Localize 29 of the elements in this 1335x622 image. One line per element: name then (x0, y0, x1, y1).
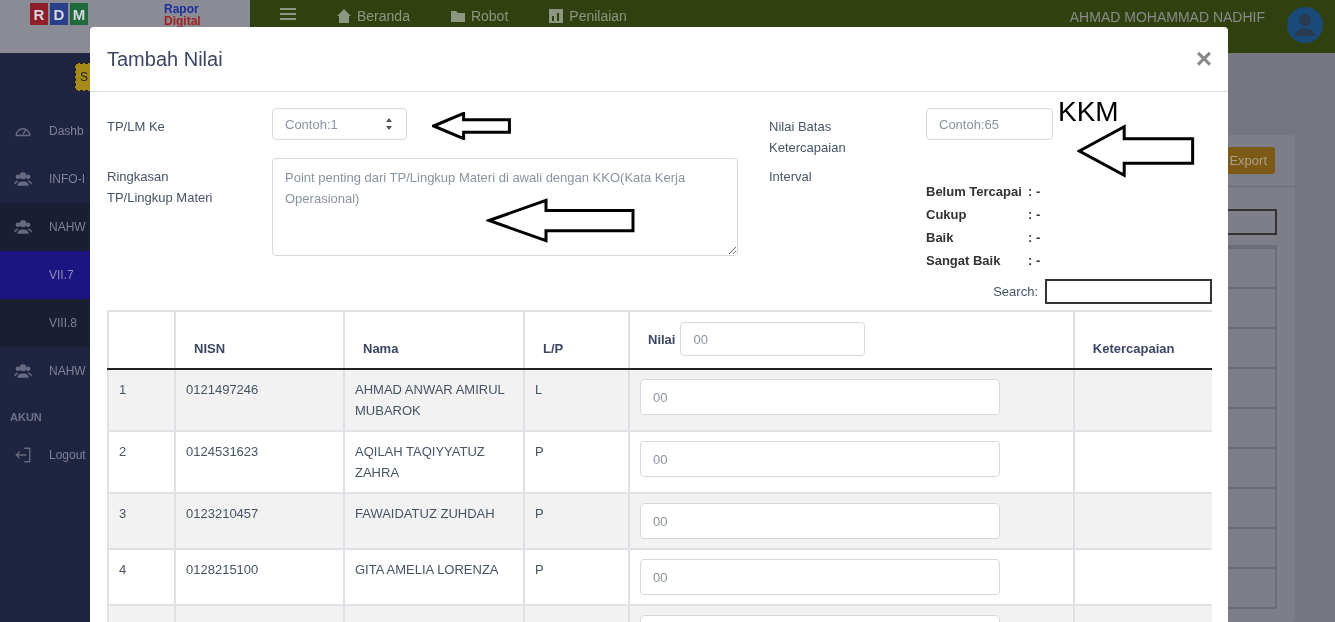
sidebar-section-title: AKUN (10, 411, 42, 423)
column-header: L/P (543, 341, 564, 356)
interval-value: : - (1028, 252, 1042, 270)
column-header: NISN (194, 341, 226, 356)
table-cell: L (524, 369, 629, 431)
interval-label: Sangat Baik (926, 252, 1002, 270)
annotation-text: KKM (1058, 96, 1119, 128)
interval-label: Baik (926, 229, 955, 247)
column-header: Nilai (648, 331, 676, 347)
interval-label: Cukup (926, 206, 968, 224)
field-label: Nilai Batas Ketercapaian (769, 118, 847, 157)
field-label: TP/LM Ke (107, 118, 166, 136)
table-cell: P (524, 493, 629, 549)
table-cell: AHMAD ANWAR AMIRUL MUBAROK (344, 369, 524, 431)
table-cell: 1 (108, 369, 175, 431)
column-header: Nama (363, 341, 399, 356)
table-cell: 3 (108, 493, 175, 549)
field-label: Ringkasan TP/Lingkup Materi (107, 168, 214, 207)
user-name: AHMAD MOHAMMAD NADHIF (1069, 9, 1265, 25)
search-label: Search: (993, 284, 1038, 299)
column-header: Ketercapaian (1092, 341, 1175, 356)
field-label: Interval (769, 168, 813, 186)
interval-value: : - (1028, 229, 1042, 247)
table-cell: 0123210457 (175, 493, 344, 549)
table-cell: FAWAIDATUZ ZUHDAH (344, 493, 524, 549)
table-cell: 0121497246 (175, 369, 344, 431)
interval-value: : - (1028, 206, 1042, 224)
interval-value: : - (1028, 183, 1042, 201)
interval-label: Belum Tercapai (926, 183, 1023, 201)
